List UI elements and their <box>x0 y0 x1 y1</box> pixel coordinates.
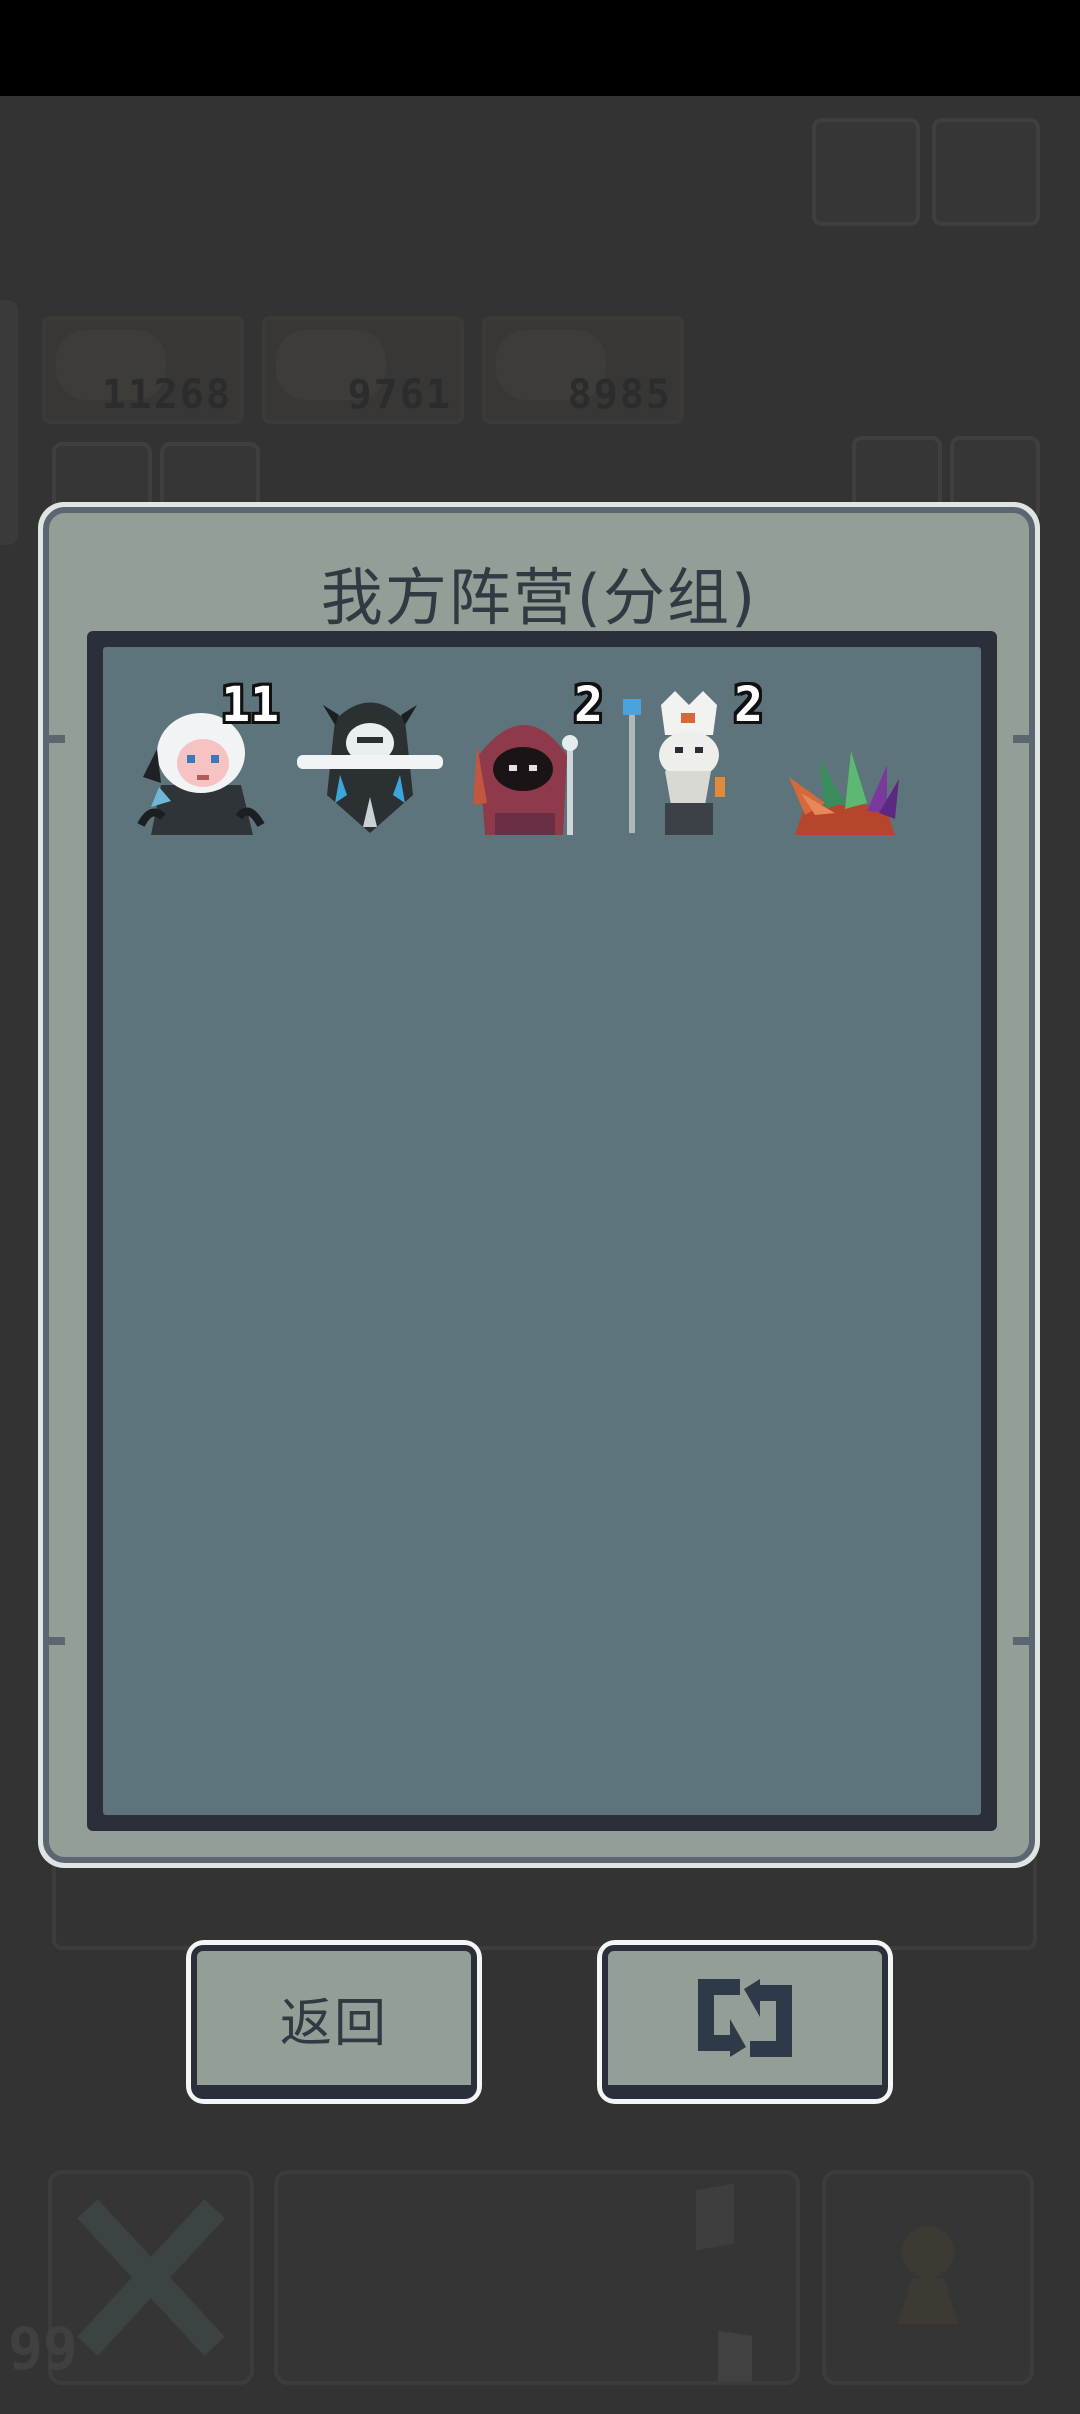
modal-frame: 我方阵营(分组) 11 2 2 <box>43 507 1035 1863</box>
back-button[interactable]: 返回 <box>186 1940 482 2104</box>
frame-rivet <box>1013 735 1035 743</box>
pawn-icon <box>898 2226 958 2324</box>
remaining-count: 99 <box>8 2315 78 2383</box>
unit-button[interactable] <box>822 2170 1034 2385</box>
action-panel[interactable] <box>274 2170 800 2391</box>
status-bar <box>0 0 1080 96</box>
unit-slot[interactable]: 11 <box>131 681 279 835</box>
side-tab[interactable] <box>0 300 18 545</box>
team-modal: 我方阵营(分组) 11 2 2 <box>38 502 1040 1868</box>
swap-button[interactable] <box>597 1940 893 2104</box>
card-icon <box>696 2183 752 2391</box>
menu-button[interactable] <box>932 118 1040 226</box>
score-value: 8985 <box>567 372 672 418</box>
score-value: 11268 <box>101 372 232 418</box>
unit-slot[interactable]: 2 <box>455 681 603 835</box>
unit-count-badge: 2 <box>574 677 603 733</box>
settings-button[interactable] <box>812 118 920 226</box>
unit-slot[interactable]: 2 <box>615 681 763 835</box>
score-card[interactable]: 11268 <box>42 316 244 424</box>
back-button-label: 返回 <box>279 1993 388 2054</box>
unit-slot[interactable] <box>775 685 915 835</box>
unit-list: 11 2 2 <box>103 647 981 1815</box>
frame-rivet <box>43 735 65 743</box>
close-button[interactable] <box>48 2170 254 2385</box>
unit-count-badge: 2 <box>734 677 763 733</box>
unit-count-badge: 11 <box>221 677 279 733</box>
score-card[interactable]: 8985 <box>482 316 684 424</box>
unit-slot[interactable] <box>295 685 443 835</box>
close-icon <box>77 2199 225 2356</box>
modal-title: 我方阵营(分组) <box>320 561 758 634</box>
frame-rivet <box>1013 1637 1035 1645</box>
swap-arrows-icon <box>698 1979 792 2057</box>
score-card[interactable]: 9761 <box>262 316 464 424</box>
unit-list-border: 11 2 2 <box>87 631 997 1831</box>
frame-rivet <box>43 1637 65 1645</box>
back-button-face: 返回 <box>191 1945 477 2099</box>
score-value: 9761 <box>347 372 452 418</box>
swap-button-face <box>602 1945 888 2099</box>
hooded-ghost-icon <box>297 702 443 833</box>
crystal-plant-icon <box>789 751 899 835</box>
